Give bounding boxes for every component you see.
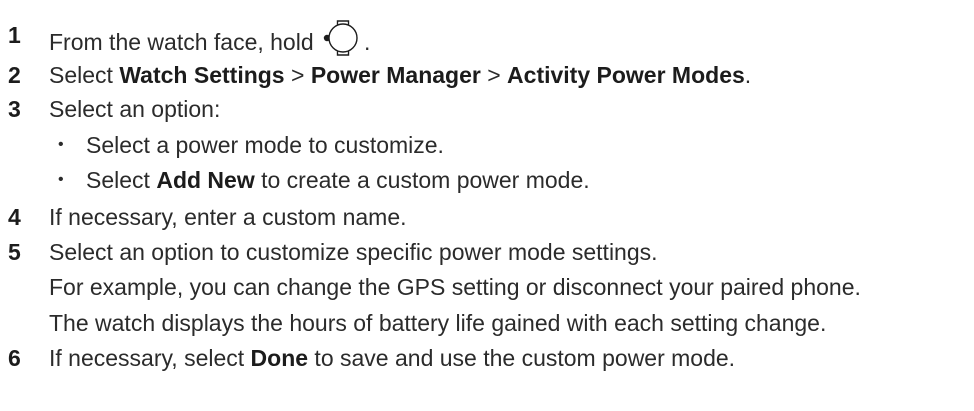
step-number: 2 (8, 62, 21, 88)
bullet-text: Select a power mode to customize. (86, 132, 444, 158)
bullet-text: Select Add New to create a custom power … (86, 167, 590, 193)
step-number: 6 (8, 345, 21, 371)
note-text: For example, you can change the GPS sett… (49, 274, 861, 300)
menu-watch-settings: Watch Settings (119, 62, 285, 88)
menu-add-new: Add New (156, 167, 255, 193)
step-text: If necessary, select Done to save and us… (49, 345, 736, 371)
note-text: The watch displays the hours of battery … (49, 310, 827, 336)
watch-button-icon (322, 18, 364, 64)
step-number: 3 (8, 96, 21, 122)
step-text: Select an option: (49, 96, 221, 122)
menu-done: Done (250, 345, 309, 371)
bullet-marker: • (58, 171, 64, 188)
step-text: Select Watch Settings > Power Manager > … (49, 62, 752, 88)
step-text: Select an option to customize specific p… (49, 239, 658, 265)
step-text: If necessary, enter a custom name. (49, 204, 407, 230)
step-number: 4 (8, 204, 21, 230)
menu-activity-power-modes: Activity Power Modes (507, 62, 745, 88)
bullet-marker: • (58, 136, 64, 153)
step-number: 5 (8, 239, 21, 265)
step-number: 1 (8, 22, 21, 48)
menu-power-manager: Power Manager (310, 62, 481, 88)
